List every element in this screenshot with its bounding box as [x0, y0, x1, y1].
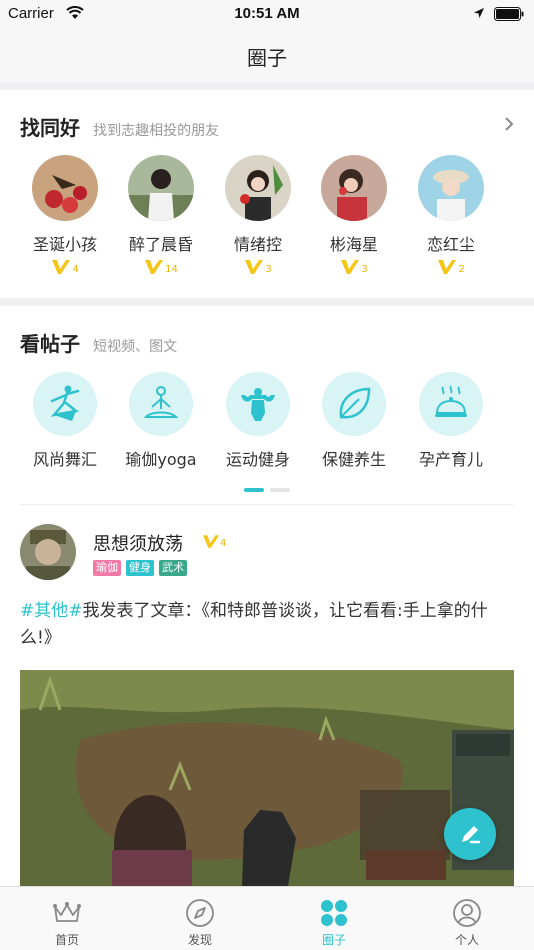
post-tags: 瑜伽 健身 武术	[93, 560, 187, 576]
leaf-icon	[339, 387, 371, 419]
vip-level: 14	[165, 264, 178, 275]
post-body[interactable]: #其他#我发表了文章：《和特郎普谈谈，让它看看:手上拿的什么!》	[20, 598, 516, 652]
friend-item[interactable]: 情绪控 3	[210, 155, 306, 275]
page-dot	[270, 488, 290, 492]
friend-name: 醉了晨昏	[128, 235, 193, 254]
status-bar: Carrier 10:51 AM	[0, 0, 534, 28]
topic-carousel[interactable]: 风尚舞汇 瑜伽yoga 运动健身 保健养生 孕产育儿	[0, 372, 534, 472]
vip-level: 4	[220, 538, 227, 549]
tab-bar: 首页 发现 圈子 个人	[0, 886, 534, 950]
post-author-name[interactable]: 思想须放荡	[93, 530, 183, 556]
tab-home[interactable]: 首页	[0, 887, 134, 950]
section-divider	[0, 298, 534, 306]
topic-label: 风尚舞汇	[32, 450, 97, 469]
page-dot-active	[244, 488, 264, 492]
avatar[interactable]	[225, 155, 291, 221]
topic-icon-circle	[129, 372, 193, 436]
divider	[20, 504, 514, 505]
avatar[interactable]	[32, 155, 98, 221]
muscle-icon	[241, 388, 275, 421]
topic-item[interactable]: 保健养生	[306, 372, 402, 470]
tab-profile[interactable]: 个人	[400, 887, 534, 950]
topic-label: 保健养生	[321, 450, 386, 469]
friend-item[interactable]: 圣诞小孩 4	[17, 155, 113, 275]
chevron-right-icon[interactable]	[502, 115, 516, 133]
topic-icon-circle	[419, 372, 483, 436]
post-author-avatar[interactable]	[20, 524, 76, 580]
pencil-icon	[462, 826, 481, 844]
vip-level: 4	[72, 264, 79, 275]
vip-badge: 4	[202, 534, 226, 549]
friends-section-subtitle: 找到志趣相投的朋友	[93, 123, 220, 139]
crown-icon	[53, 902, 81, 922]
topic-label: 运动健身	[225, 450, 290, 469]
posts-section-subtitle: 短视频、图文	[93, 339, 178, 355]
vip-level: 2	[458, 264, 465, 275]
friends-list: 圣诞小孩 4 醉了晨昏 14 情绪控 3 彬海星 3 恋红尘 2	[0, 155, 534, 285]
friend-name: 情绪控	[233, 235, 282, 254]
topic-icon-circle	[322, 372, 386, 436]
tab-label: 发现	[187, 933, 212, 947]
tab-label: 圈子	[321, 933, 346, 947]
section-divider	[0, 82, 534, 90]
user-icon	[453, 899, 481, 927]
vip-v-icon	[341, 260, 360, 274]
friend-item[interactable]: 恋红尘 2	[403, 155, 499, 275]
compass-icon	[186, 899, 214, 927]
tab-discover[interactable]: 发现	[133, 887, 267, 950]
post-image[interactable]	[20, 670, 514, 886]
topic-icon-circle	[33, 372, 97, 436]
compose-post-button[interactable]	[444, 808, 496, 860]
friend-name: 圣诞小孩	[32, 235, 97, 254]
navigation-bar: 圈子	[0, 28, 534, 82]
posts-section-title: 看帖子	[20, 332, 80, 356]
vip-badge: 2	[403, 259, 499, 275]
vip-badge: 4	[17, 259, 113, 275]
post-hashtag[interactable]: #其他#	[20, 601, 83, 621]
battery-icon	[494, 7, 524, 21]
vip-v-icon	[145, 260, 164, 274]
clover-icon	[321, 900, 347, 926]
friends-section-header[interactable]: 找同好 找到志趣相投的朋友	[20, 112, 219, 141]
friend-item[interactable]: 醉了晨昏 14	[113, 155, 209, 275]
tag-badge: 瑜伽	[93, 560, 121, 576]
topic-icon-circle	[226, 372, 290, 436]
friend-name: 彬海星	[329, 235, 378, 254]
vip-badge: 3	[306, 259, 402, 275]
avatar[interactable]	[321, 155, 387, 221]
topic-label: 瑜伽yoga	[125, 450, 197, 469]
avatar[interactable]	[418, 155, 484, 221]
food-cloche-icon	[435, 385, 467, 417]
friends-section-title: 找同好	[20, 116, 80, 140]
tab-circle[interactable]: 圈子	[267, 887, 401, 950]
topic-item[interactable]: 运动健身	[210, 372, 306, 470]
carousel-page-indicator	[244, 488, 290, 492]
topic-item[interactable]: 瑜伽yoga	[113, 372, 209, 470]
tag-badge: 健身	[126, 560, 154, 576]
dancer-icon	[50, 385, 80, 421]
friend-name: 恋红尘	[426, 235, 475, 254]
vip-v-icon	[245, 260, 264, 274]
topic-item[interactable]: 风尚舞汇	[17, 372, 113, 470]
tab-label: 首页	[54, 933, 79, 947]
tag-badge: 武术	[159, 560, 187, 576]
page-title: 圈子	[247, 46, 287, 70]
posts-section-header: 看帖子 短视频、图文	[20, 328, 177, 357]
location-arrow-icon	[474, 8, 484, 18]
vip-badge: 3	[210, 259, 306, 275]
status-time: 10:51 AM	[234, 5, 300, 22]
vip-level: 3	[265, 264, 272, 275]
avatar[interactable]	[128, 155, 194, 221]
vip-v-icon	[52, 260, 71, 274]
vip-v-icon	[202, 535, 220, 548]
friend-item[interactable]: 彬海星 3	[306, 155, 402, 275]
vip-level: 3	[361, 264, 368, 275]
tab-label: 个人	[454, 933, 479, 947]
post-text: 我发表了文章：《和特郎普谈谈，让它看看:手上拿的什么!》	[20, 601, 488, 648]
topic-label: 孕产育儿	[418, 450, 483, 469]
topic-item[interactable]: 孕产育儿	[403, 372, 499, 470]
yoga-icon	[143, 386, 179, 418]
vip-v-icon	[438, 260, 457, 274]
vip-badge: 14	[113, 259, 209, 275]
